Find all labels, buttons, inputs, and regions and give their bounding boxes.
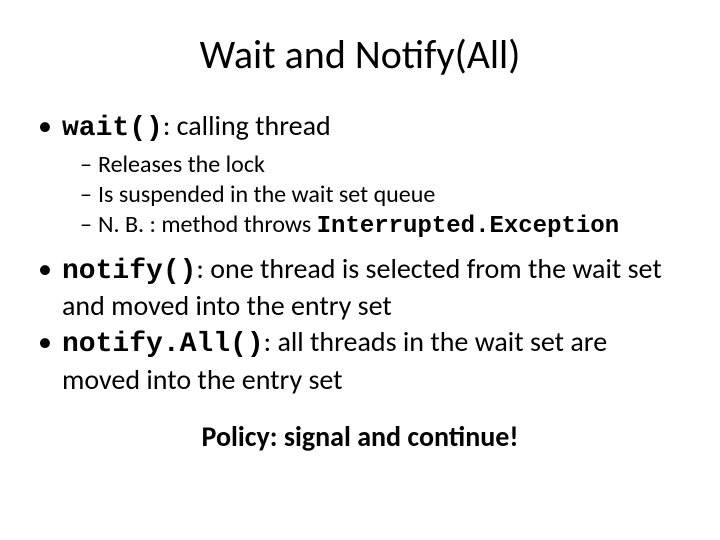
bullet-notify-all: notify.All(): all threads in the wait se… xyxy=(38,325,690,396)
bullet-wait: wait(): calling thread Releases the lock… xyxy=(38,109,690,242)
policy-line: Policy: signal and continue! xyxy=(30,419,690,454)
sub-suspended: Is suspended in the wait set queue xyxy=(80,180,690,210)
slide: Wait and Notify(All) wait(): calling thr… xyxy=(0,0,720,540)
code-notify-all: notify.All() xyxy=(62,329,264,360)
sub-releases-lock: Releases the lock xyxy=(80,150,690,180)
code-interrupted-exception: Interrupted.Exception xyxy=(317,213,619,240)
sub-list-wait: Releases the lock Is suspended in the wa… xyxy=(62,150,690,242)
code-notify: notify() xyxy=(62,256,196,287)
sub-nb: N. B. : method throws Interrupted.Except… xyxy=(80,210,690,242)
sub-nb-pre: N. B. : method throws xyxy=(98,210,317,239)
code-wait: wait() xyxy=(62,113,163,144)
bullet-notify: notify(): one thread is selected from th… xyxy=(38,252,690,323)
text-wait: : calling thread xyxy=(163,108,331,143)
slide-title: Wait and Notify(All) xyxy=(30,30,690,79)
bullet-list: wait(): calling thread Releases the lock… xyxy=(30,109,690,397)
